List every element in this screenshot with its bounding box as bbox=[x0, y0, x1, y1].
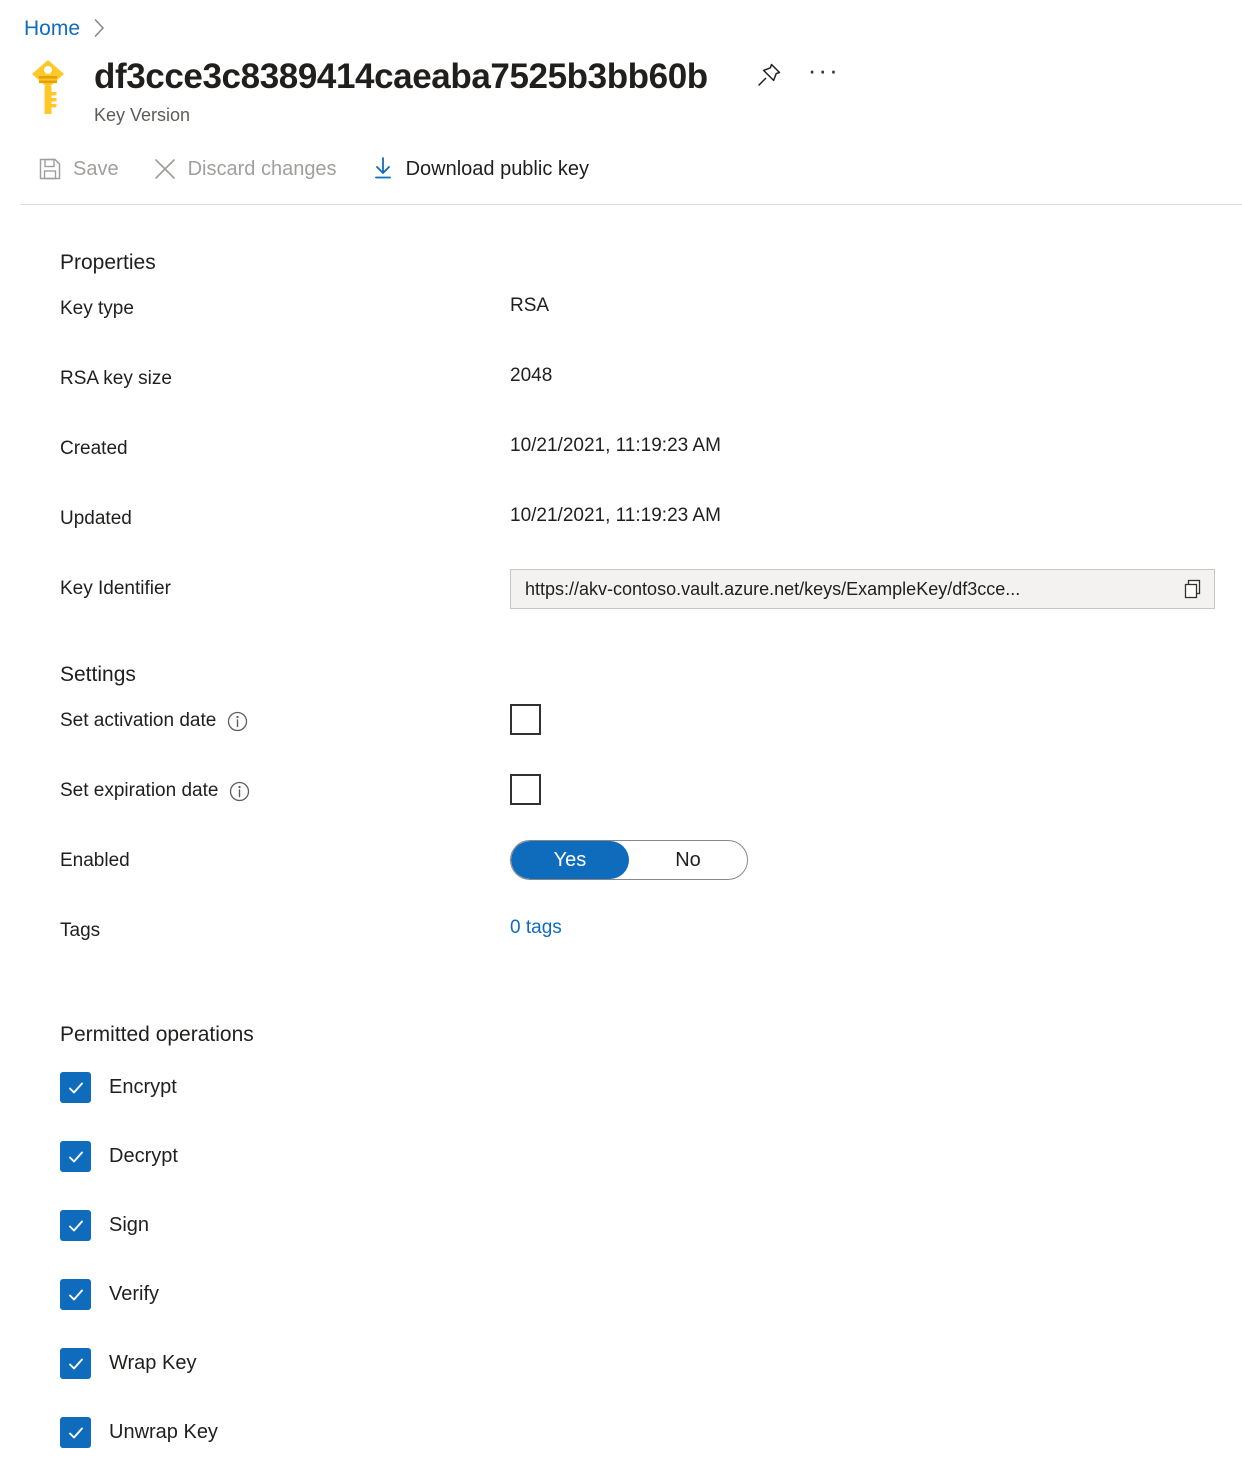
save-label: Save bbox=[73, 158, 119, 181]
set-expiration-date-label: Set expiration date bbox=[60, 777, 510, 802]
pin-icon[interactable] bbox=[756, 62, 782, 88]
updated-label: Updated bbox=[60, 505, 510, 530]
key-icon bbox=[24, 56, 72, 118]
download-public-key-label: Download public key bbox=[406, 158, 589, 181]
info-icon[interactable] bbox=[227, 711, 248, 732]
key-type-value: RSA bbox=[510, 295, 549, 317]
updated-value: 10/21/2021, 11:19:23 AM bbox=[510, 505, 721, 527]
setting-row-expiration-date: Set expiration date bbox=[60, 777, 1242, 847]
permitted-operation-wrap-key: Wrap Key bbox=[60, 1329, 1242, 1398]
permitted-operation-encrypt: Encrypt bbox=[60, 1053, 1242, 1122]
property-row-key-type: Key type RSA bbox=[60, 295, 1242, 365]
verify-checkbox[interactable] bbox=[60, 1279, 91, 1310]
page-title: df3cce3c8389414caeaba7525b3bb60b bbox=[94, 54, 708, 100]
set-activation-date-checkbox[interactable] bbox=[510, 704, 541, 735]
main-content: Properties Key type RSA RSA key size 204… bbox=[0, 205, 1242, 1467]
key-identifier-value: https://akv-contoso.vault.azure.net/keys… bbox=[525, 579, 1178, 600]
key-identifier-label: Key Identifier bbox=[60, 575, 510, 600]
permitted-operation-decrypt: Decrypt bbox=[60, 1122, 1242, 1191]
breadcrumb-home-link[interactable]: Home bbox=[24, 17, 80, 41]
setting-row-tags: Tags 0 tags bbox=[60, 917, 1242, 987]
settings-heading: Settings bbox=[60, 663, 1242, 687]
decrypt-checkbox[interactable] bbox=[60, 1141, 91, 1172]
page-header: df3cce3c8389414caeaba7525b3bb60b Key Ver… bbox=[0, 42, 1242, 134]
discard-changes-button[interactable]: Discard changes bbox=[153, 157, 337, 181]
setting-row-enabled: Enabled Yes No bbox=[60, 847, 1242, 917]
enabled-label: Enabled bbox=[60, 847, 510, 872]
breadcrumb: Home bbox=[0, 0, 1242, 42]
set-expiration-date-text: Set expiration date bbox=[60, 780, 218, 802]
tags-label: Tags bbox=[60, 917, 510, 942]
created-value: 10/21/2021, 11:19:23 AM bbox=[510, 435, 721, 457]
save-button[interactable]: Save bbox=[38, 157, 119, 181]
permitted-operation-sign: Sign bbox=[60, 1191, 1242, 1260]
unwrap-key-checkbox[interactable] bbox=[60, 1417, 91, 1448]
discard-changes-label: Discard changes bbox=[188, 158, 337, 181]
rsa-key-size-label: RSA key size bbox=[60, 365, 510, 390]
permitted-operation-verify: Verify bbox=[60, 1260, 1242, 1329]
property-row-created: Created 10/21/2021, 11:19:23 AM bbox=[60, 435, 1242, 505]
copy-icon[interactable] bbox=[1178, 578, 1208, 600]
close-icon bbox=[153, 157, 177, 181]
wrap-key-label: Wrap Key bbox=[109, 1352, 196, 1375]
rsa-key-size-value: 2048 bbox=[510, 365, 552, 387]
decrypt-label: Decrypt bbox=[109, 1145, 178, 1168]
ellipsis-icon[interactable]: ··· bbox=[808, 65, 840, 85]
set-expiration-date-checkbox[interactable] bbox=[510, 774, 541, 805]
wrap-key-checkbox[interactable] bbox=[60, 1348, 91, 1379]
property-row-key-identifier: Key Identifier https://akv-contoso.vault… bbox=[60, 575, 1242, 645]
command-bar: Save Discard changes Download public key bbox=[0, 144, 1242, 194]
enabled-toggle-no[interactable]: No bbox=[629, 841, 747, 879]
key-type-label: Key type bbox=[60, 295, 510, 320]
verify-label: Verify bbox=[109, 1283, 159, 1306]
created-label: Created bbox=[60, 435, 510, 460]
unwrap-key-label: Unwrap Key bbox=[109, 1421, 218, 1444]
enabled-toggle-yes[interactable]: Yes bbox=[511, 841, 629, 879]
page-subtitle: Key Version bbox=[94, 104, 708, 126]
permitted-operations-heading: Permitted operations bbox=[60, 1023, 1242, 1047]
download-public-key-button[interactable]: Download public key bbox=[371, 156, 589, 182]
download-icon bbox=[371, 156, 395, 182]
property-row-rsa-key-size: RSA key size 2048 bbox=[60, 365, 1242, 435]
properties-heading: Properties bbox=[60, 251, 1242, 275]
save-icon bbox=[38, 157, 62, 181]
tags-link[interactable]: 0 tags bbox=[510, 917, 562, 939]
chevron-right-icon bbox=[94, 19, 105, 40]
setting-row-activation-date: Set activation date bbox=[60, 707, 1242, 777]
set-activation-date-text: Set activation date bbox=[60, 710, 216, 732]
sign-label: Sign bbox=[109, 1214, 149, 1237]
encrypt-checkbox[interactable] bbox=[60, 1072, 91, 1103]
sign-checkbox[interactable] bbox=[60, 1210, 91, 1241]
info-icon[interactable] bbox=[229, 781, 250, 802]
key-identifier-field[interactable]: https://akv-contoso.vault.azure.net/keys… bbox=[510, 569, 1215, 609]
property-row-updated: Updated 10/21/2021, 11:19:23 AM bbox=[60, 505, 1242, 575]
permitted-operation-unwrap-key: Unwrap Key bbox=[60, 1398, 1242, 1467]
set-activation-date-label: Set activation date bbox=[60, 707, 510, 732]
enabled-toggle[interactable]: Yes No bbox=[510, 840, 748, 880]
encrypt-label: Encrypt bbox=[109, 1076, 177, 1099]
